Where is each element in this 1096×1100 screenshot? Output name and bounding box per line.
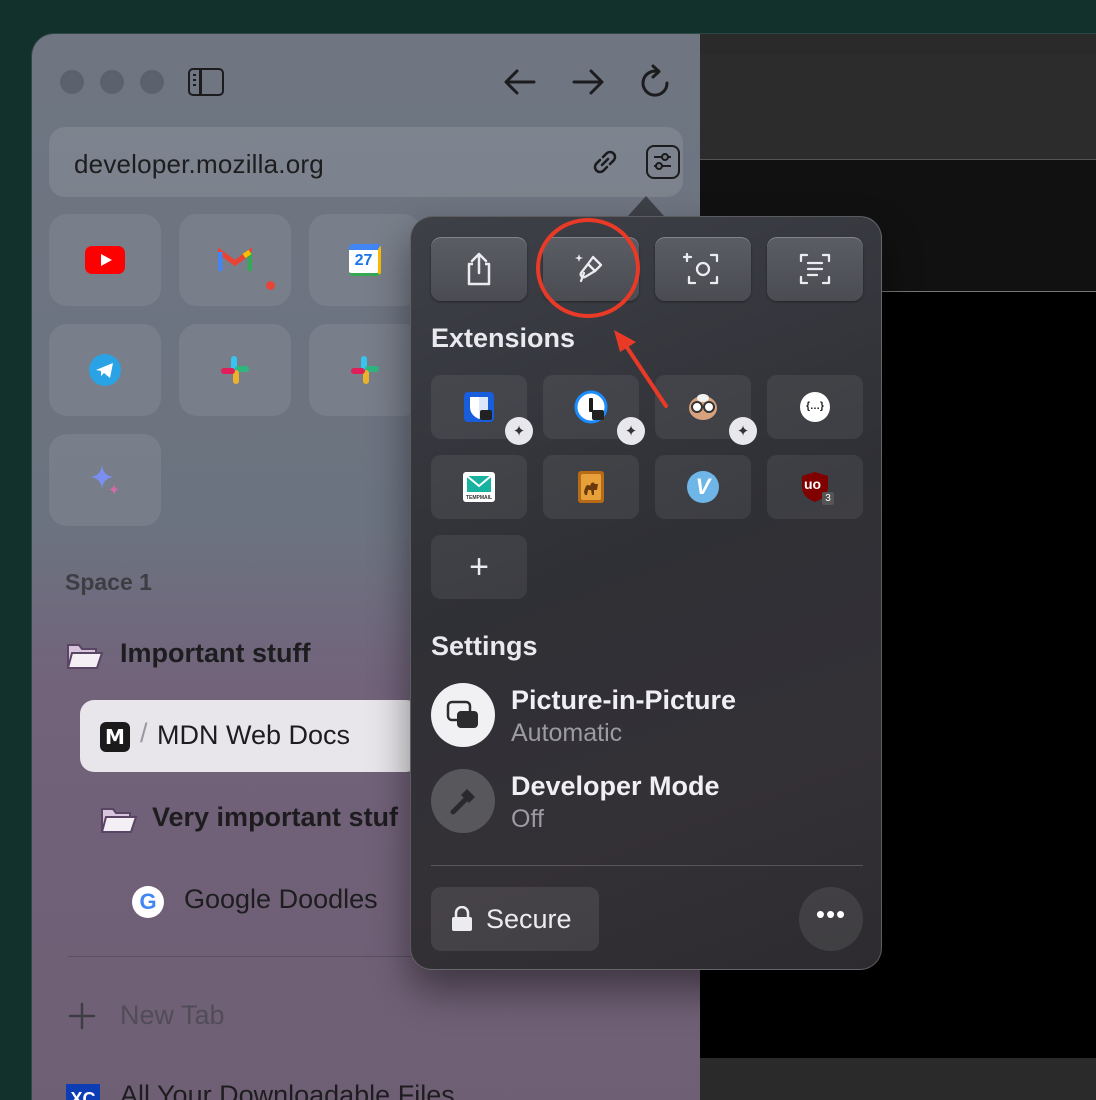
- capture-button[interactable]: [655, 237, 751, 301]
- vimium-icon: V: [687, 471, 719, 503]
- devmode-value: Off: [511, 805, 544, 833]
- extension-json-formatter[interactable]: {…}: [767, 375, 863, 439]
- youtube-icon: [85, 246, 125, 274]
- address-bar[interactable]: developer.mozilla.org: [49, 127, 683, 197]
- site-controls-icon[interactable]: [646, 145, 680, 179]
- onepassword-icon: [574, 390, 608, 424]
- folder-very-important-stuff[interactable]: Very important stuf: [152, 802, 398, 833]
- folder-important-stuff[interactable]: Important stuff: [120, 638, 310, 669]
- slack-icon: [351, 356, 379, 384]
- content-header: [700, 54, 1096, 160]
- pinned-telegram[interactable]: [49, 324, 161, 416]
- slack-icon: [221, 356, 249, 384]
- tab-downloads[interactable]: All Your Downloadable Files: [120, 1080, 455, 1100]
- pin-icon[interactable]: ✦: [729, 417, 757, 445]
- pinned-youtube[interactable]: [49, 214, 161, 306]
- new-tab-button[interactable]: New Tab: [120, 1000, 225, 1031]
- separator: /: [140, 718, 148, 748]
- tab-google-doodles[interactable]: Google Doodles: [184, 884, 378, 915]
- pinned-gemini[interactable]: [49, 434, 161, 526]
- share-icon: [467, 252, 491, 286]
- gmail-icon: [218, 247, 252, 271]
- active-tab-title: MDN Web Docs: [157, 720, 351, 750]
- popup-divider: [431, 865, 863, 866]
- notification-dot: [266, 281, 275, 290]
- folder-icon: [66, 644, 104, 669]
- arrow-left-icon[interactable]: [502, 64, 538, 100]
- url-text[interactable]: developer.mozilla.org: [74, 149, 324, 180]
- zoom-window-button[interactable]: [140, 70, 164, 94]
- reload-icon[interactable]: [638, 64, 674, 102]
- reader-icon: [799, 253, 831, 285]
- google-icon: G: [132, 886, 164, 918]
- keepa-icon: [578, 471, 604, 503]
- plus-icon: +: [469, 548, 489, 586]
- minimize-window-button[interactable]: [100, 70, 124, 94]
- pinned-gmail[interactable]: [179, 214, 291, 306]
- pin-icon[interactable]: ✦: [505, 417, 533, 445]
- capture-icon: [683, 252, 719, 285]
- space-label: Space 1: [65, 569, 152, 595]
- extension-ublock-origin[interactable]: uo 3: [767, 455, 863, 519]
- folder-icon: [100, 808, 138, 833]
- active-tab-mdn[interactable]: M / MDN Web Docs: [80, 700, 420, 772]
- pip-value: Automatic: [511, 719, 623, 747]
- hammer-icon: [431, 769, 495, 833]
- share-button[interactable]: [431, 237, 527, 301]
- extension-keepa[interactable]: [543, 455, 639, 519]
- calendar-icon: 27: [349, 244, 381, 276]
- more-options-button[interactable]: •••: [799, 887, 863, 951]
- json-formatter-icon: {…}: [800, 392, 830, 422]
- mdn-icon: M: [100, 722, 130, 752]
- extension-bitwarden[interactable]: ✦: [431, 375, 533, 445]
- secure-button[interactable]: Secure: [431, 887, 599, 951]
- annotation-circle: [536, 218, 640, 318]
- gemini-icon: [90, 465, 119, 495]
- ublock-badge: 3: [822, 492, 834, 505]
- arrow-right-icon[interactable]: [570, 64, 606, 100]
- extension-vimium[interactable]: V: [655, 455, 751, 519]
- extensions-title: Extensions: [431, 323, 576, 353]
- ublock-origin-icon: uo 3: [800, 471, 834, 505]
- ublock-glyph: uo: [804, 476, 822, 492]
- copy-link-icon[interactable]: [588, 145, 622, 179]
- pip-title: Picture-in-Picture: [511, 685, 737, 715]
- annotation-arrow: [614, 330, 668, 408]
- reader-mode-button[interactable]: [767, 237, 863, 301]
- close-window-button[interactable]: [60, 70, 84, 94]
- popup-arrow: [628, 196, 664, 216]
- calendar-day: 27: [354, 252, 373, 269]
- add-extension-button[interactable]: +: [431, 535, 527, 599]
- devmode-title: Developer Mode: [511, 771, 720, 801]
- pip-icon: [431, 683, 495, 747]
- pinned-slack[interactable]: [179, 324, 291, 416]
- content-footer: [700, 1058, 1096, 1100]
- privacy-badger-icon: [689, 394, 717, 420]
- secure-label: Secure: [486, 904, 572, 934]
- pinned-calendar[interactable]: 27: [309, 214, 421, 306]
- pin-icon[interactable]: ✦: [617, 417, 645, 445]
- settings-title: Settings: [431, 631, 538, 661]
- bitwarden-icon: [464, 392, 494, 422]
- plus-icon: [68, 1002, 96, 1030]
- pinned-slack-2[interactable]: [309, 324, 421, 416]
- temp-mail-icon: TEMPMAIL: [463, 472, 495, 502]
- telegram-icon: [89, 354, 121, 386]
- lock-icon: [452, 906, 472, 931]
- sidebar-toggle-icon[interactable]: [188, 68, 224, 96]
- xc-icon: XC: [66, 1084, 100, 1100]
- temp-mail-label: TEMPMAIL: [465, 495, 493, 501]
- extension-temp-mail[interactable]: TEMPMAIL: [431, 455, 527, 519]
